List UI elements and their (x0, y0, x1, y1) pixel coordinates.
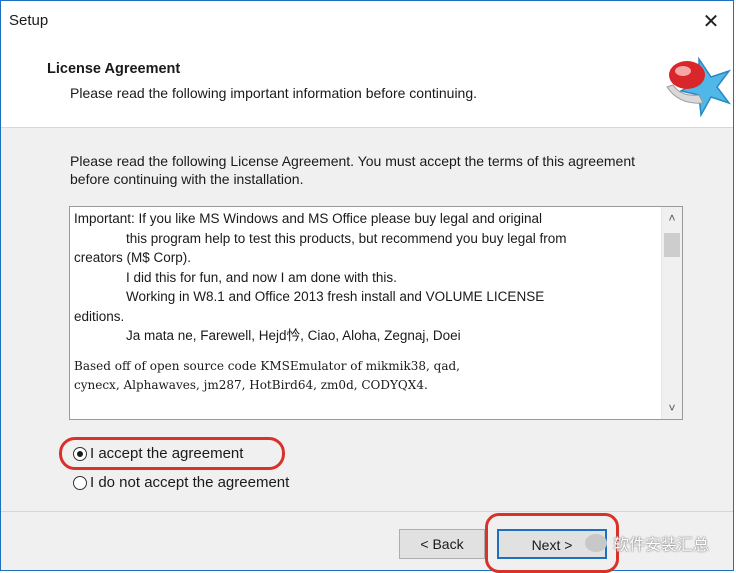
title-bar: Setup ✕ (1, 1, 733, 43)
decline-radio[interactable] (73, 475, 87, 490)
license-text: Important: If you like MS Windows and MS… (74, 209, 660, 396)
decline-label: I do not accept the agreement (90, 474, 290, 491)
scroll-thumb[interactable] (664, 233, 680, 257)
footer-divider (1, 511, 733, 512)
accept-label: I accept the agreement (90, 445, 244, 462)
setup-window: Setup ✕ License Agreement Please read th… (0, 0, 734, 573)
license-line: creators (M$ Corp). (74, 250, 192, 265)
wizard-header: License Agreement Please read the follow… (1, 43, 733, 128)
window-title: Setup (9, 12, 49, 29)
license-line: Important: If you like MS Windows and MS… (74, 211, 542, 226)
license-line: this program help to test this products,… (126, 230, 567, 246)
license-line: Ja mata ne, Farewell, Hejd忴, Ciao, Aloha… (126, 328, 461, 343)
scroll-up-icon[interactable]: ˄ (662, 211, 682, 225)
license-line: editions. (74, 308, 125, 324)
intro-text: Please read the following License Agreem… (70, 153, 635, 187)
decline-radio-option[interactable]: I do not accept the agreement (73, 474, 289, 491)
license-line: I did this for fun, and now I am done wi… (126, 269, 397, 285)
page-subtitle: Please read the following important info… (70, 85, 478, 101)
license-scrollbar[interactable]: ˄ ˅ (661, 207, 682, 419)
back-button[interactable]: < Back (399, 529, 485, 559)
license-line: Working in W8.1 and Office 2013 fresh in… (126, 289, 545, 304)
close-icon[interactable]: ✕ (689, 1, 733, 43)
page-title: License Agreement (47, 61, 181, 77)
accept-radio[interactable] (73, 446, 87, 461)
scroll-down-icon[interactable]: ˅ (662, 401, 682, 415)
accept-radio-option[interactable]: I accept the agreement (73, 445, 243, 462)
license-text-area[interactable]: Important: If you like MS Windows and MS… (69, 206, 683, 420)
license-line: cynecx, Alphawaves, jm287, HotBird64, zm… (74, 378, 428, 392)
setup-logo-icon (666, 56, 731, 117)
license-line: Based off of open source code KMSEmulato… (74, 358, 460, 373)
watermark-text: 软件安装汇总 (613, 537, 710, 554)
watermark: 软件安装汇总 (585, 531, 709, 555)
wechat-icon (585, 534, 607, 552)
